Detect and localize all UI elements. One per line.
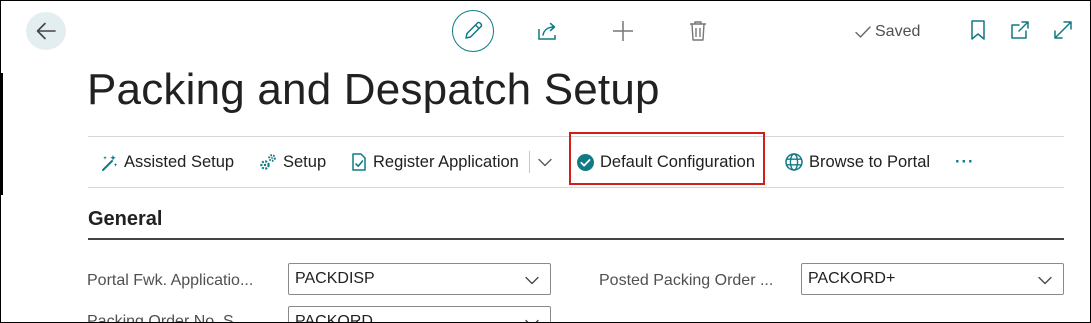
trash-icon (685, 18, 711, 44)
new-button[interactable] (610, 18, 636, 44)
section-rule (88, 238, 1064, 240)
delete-button[interactable] (685, 18, 711, 44)
posted-packing-order-select[interactable]: PACKORD+ (801, 263, 1064, 295)
action-separator (529, 151, 530, 173)
globe-icon (784, 152, 804, 172)
page-title: Packing and Despatch Setup (87, 65, 660, 114)
register-application-action[interactable]: Register Application (350, 149, 519, 175)
chevron-down-icon (537, 154, 553, 170)
annotation-highlight-box (569, 132, 765, 185)
setup-label: Setup (283, 152, 327, 171)
chevron-down-icon (524, 315, 540, 322)
wand-icon (100, 153, 119, 172)
document-check-icon (350, 152, 368, 172)
bookmark-icon (966, 18, 990, 42)
share-button[interactable] (535, 18, 561, 44)
bookmark-button[interactable] (966, 18, 992, 44)
saved-status: Saved (854, 23, 920, 41)
portal-app-value: PACKDISP (295, 270, 375, 287)
gears-icon (258, 152, 278, 172)
browse-to-portal-action[interactable]: Browse to Portal (784, 149, 930, 175)
packing-order-nos-value: PACKORD (295, 313, 373, 323)
register-application-label: Register Application (373, 152, 519, 171)
plus-icon (610, 18, 636, 44)
open-in-new-window-icon (1008, 18, 1032, 42)
back-button[interactable] (26, 12, 66, 50)
setup-action[interactable]: Setup (258, 149, 326, 175)
window-edge (1, 73, 3, 195)
saved-label: Saved (875, 23, 921, 40)
action-bar-bottom-divider (88, 187, 1064, 188)
more-options-label: ··· (955, 152, 975, 171)
more-options-button[interactable]: ··· (955, 149, 974, 175)
packing-order-nos-field-label: Packing Order No. S... (87, 313, 248, 323)
browse-to-portal-label: Browse to Portal (809, 152, 931, 171)
actions-dropdown-button[interactable] (537, 149, 553, 175)
checkmark-icon (854, 23, 872, 41)
assisted-setup-action[interactable]: Assisted Setup (100, 149, 234, 175)
posted-packing-order-value: PACKORD+ (808, 270, 896, 287)
share-icon (535, 18, 561, 44)
portal-app-field-label: Portal Fwk. Applicatio... (87, 272, 254, 289)
arrow-left-icon (35, 20, 57, 42)
posted-packing-order-field-label: Posted Packing Order ... (599, 272, 774, 289)
expand-button[interactable] (1051, 18, 1077, 44)
assisted-setup-label: Assisted Setup (124, 152, 235, 171)
open-new-window-button[interactable] (1008, 18, 1034, 44)
pencil-icon (462, 20, 484, 42)
app-window: Saved Packing and Despatch Setup Assiste… (0, 0, 1091, 323)
portal-app-select[interactable]: PACKDISP (288, 263, 551, 295)
packing-order-nos-select[interactable]: PACKORD (288, 306, 551, 323)
chevron-down-icon (524, 272, 540, 288)
edit-button[interactable] (452, 10, 494, 52)
chevron-down-icon (1037, 272, 1053, 288)
expand-icon (1051, 18, 1075, 42)
section-title-general[interactable]: General (88, 208, 162, 231)
